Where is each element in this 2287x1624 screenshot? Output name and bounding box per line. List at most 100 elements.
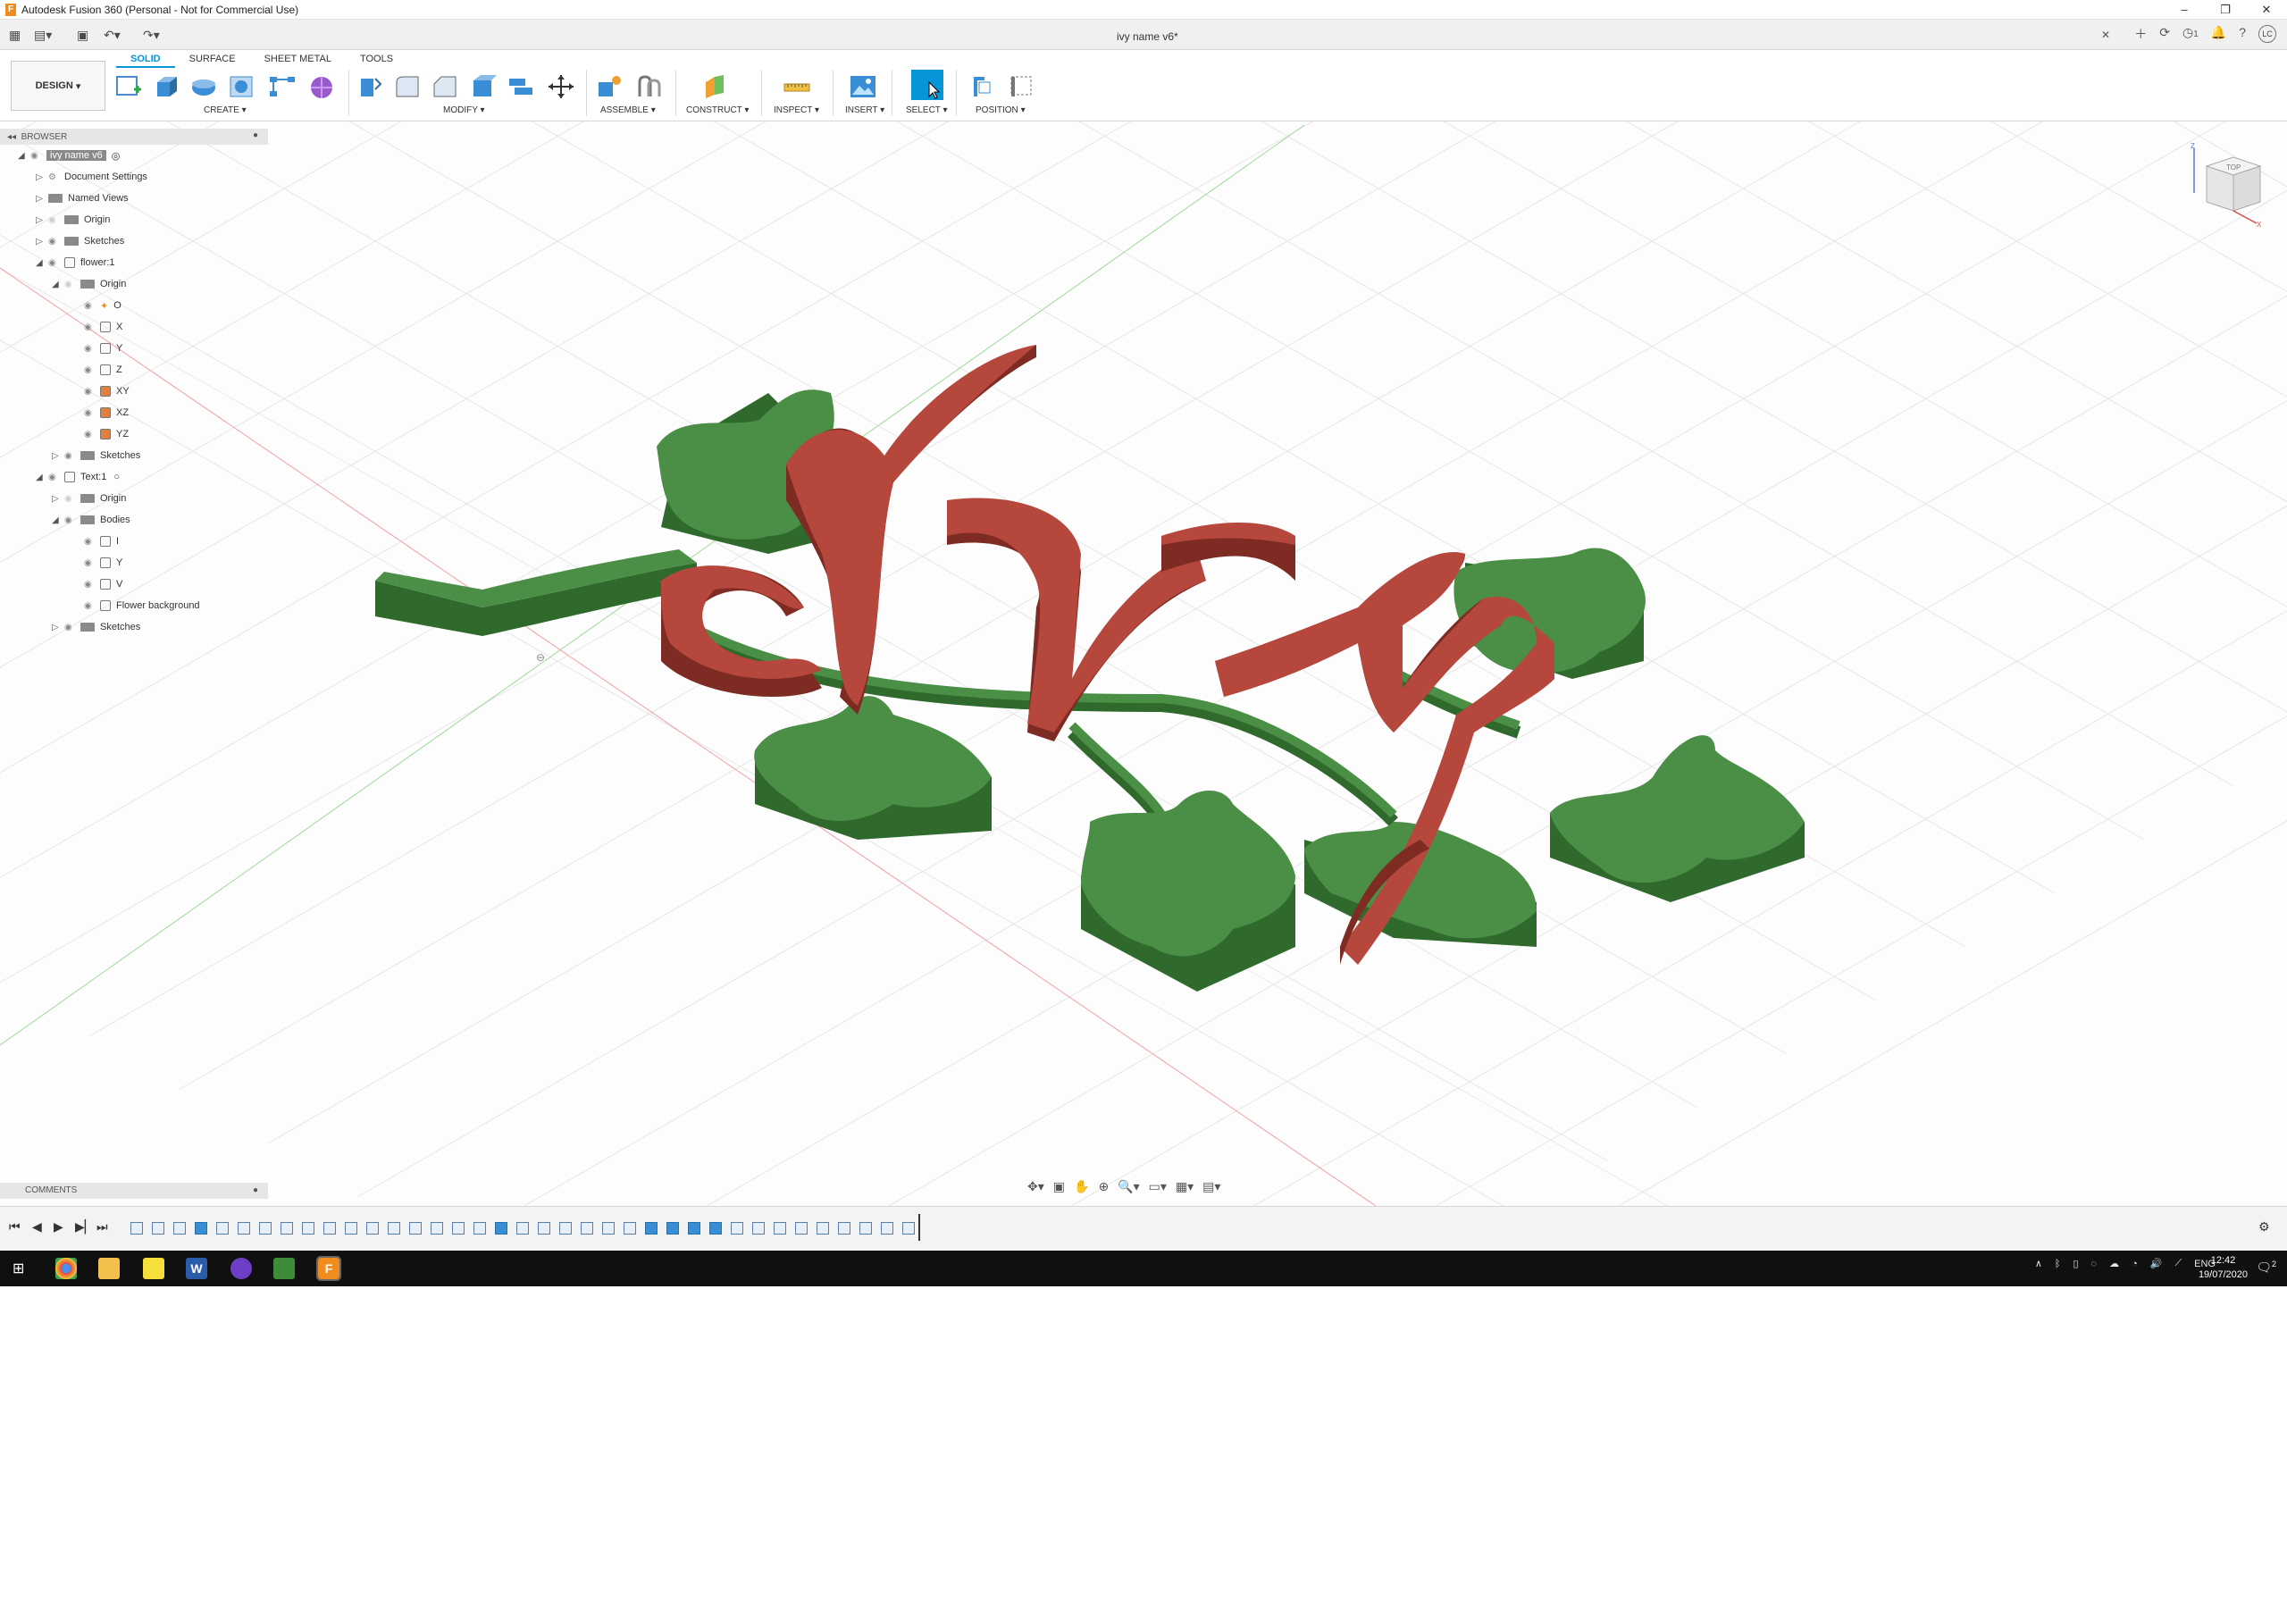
extrude-icon[interactable] — [152, 73, 180, 100]
viewports-icon[interactable]: ▤▾ — [1202, 1179, 1220, 1194]
tree-item-xy-plane[interactable]: ◉ XY — [84, 381, 130, 402]
assemble-group-label[interactable]: ASSEMBLE ▾ — [600, 105, 656, 115]
go-to-end-icon[interactable]: ⏭ — [96, 1219, 108, 1235]
orbit-icon[interactable]: ✥▾ — [1027, 1179, 1044, 1194]
tab-solid[interactable]: SOLID — [116, 52, 175, 68]
timeline-feature[interactable] — [752, 1222, 765, 1235]
press-pull-icon[interactable] — [356, 73, 384, 100]
taskbar-clock[interactable]: 12:42 19/07/2020 — [2199, 1253, 2248, 1282]
tree-item-body-v[interactable]: ◉ V — [84, 573, 122, 595]
tree-item-origin[interactable]: ▷ ◉ Origin — [36, 209, 110, 230]
measure-icon[interactable] — [783, 73, 811, 100]
timeline-feature[interactable] — [731, 1222, 743, 1235]
data-panel-icon[interactable]: ▦ — [9, 28, 21, 43]
expand-icon[interactable]: ▷ — [52, 451, 64, 461]
visibility-icon[interactable]: ◉ — [64, 623, 80, 632]
timeline-feature[interactable] — [516, 1222, 529, 1235]
chamfer-icon[interactable] — [431, 73, 459, 100]
tree-item-flower[interactable]: ◢ ◉ flower:1 — [36, 252, 115, 273]
visibility-icon[interactable]: ◉ — [64, 280, 80, 289]
timeline-feature[interactable] — [645, 1222, 658, 1235]
timeline-feature[interactable] — [709, 1222, 722, 1235]
usb-icon[interactable]: ▯ — [2073, 1258, 2078, 1269]
timeline-marker[interactable] — [918, 1214, 920, 1241]
tab-tools[interactable]: TOOLS — [346, 52, 407, 68]
revert-position-icon[interactable] — [1008, 73, 1036, 100]
visibility-icon[interactable]: ◉ — [84, 537, 100, 547]
timeline-feature[interactable] — [302, 1222, 314, 1235]
tree-item-bodies[interactable]: ◢ ◉ Bodies — [52, 509, 130, 531]
tree-item-y-axis[interactable]: ◉ Y — [84, 338, 122, 359]
tab-surface[interactable]: SURFACE — [175, 52, 250, 68]
tree-item-text-sketches[interactable]: ▷ ◉ Sketches — [52, 616, 140, 638]
browser-pin-icon[interactable]: ● — [253, 130, 258, 140]
timeline-feature[interactable] — [388, 1222, 400, 1235]
tree-item-flower-sketches[interactable]: ▷ ◉ Sketches — [52, 445, 140, 466]
timeline-feature[interactable] — [152, 1222, 164, 1235]
visibility-icon[interactable]: ◉ — [84, 387, 100, 397]
tree-item-xz-plane[interactable]: ◉ XZ — [84, 402, 129, 423]
extensions-icon[interactable]: ⟳ — [2159, 25, 2170, 43]
visibility-icon[interactable]: ◉ — [64, 515, 80, 525]
fusion-taskbar-icon[interactable]: F — [316, 1256, 341, 1281]
document-tab[interactable]: ivy name v6* ✕ — [1072, 25, 2110, 48]
file-explorer-icon[interactable] — [98, 1258, 120, 1279]
tree-root[interactable]: ◢ ◉ ivy name v6 ◎ — [18, 145, 120, 166]
tree-item-flower-origin[interactable]: ◢ ◉ Origin — [52, 273, 126, 295]
create-group-label[interactable]: CREATE ▾ — [204, 105, 247, 115]
hole-icon[interactable] — [227, 73, 256, 100]
visibility-icon[interactable]: ◉ — [48, 237, 64, 247]
joint-icon[interactable] — [634, 73, 663, 100]
minimize-button[interactable]: – — [2164, 0, 2205, 20]
select-tool-icon[interactable] — [911, 70, 943, 100]
comments-pin-icon[interactable]: ● — [253, 1183, 258, 1199]
inspect-group-label[interactable]: INSPECT ▾ — [774, 105, 819, 115]
timeline-feature[interactable] — [238, 1222, 250, 1235]
pattern-icon[interactable] — [268, 73, 297, 100]
timeline-feature[interactable] — [259, 1222, 272, 1235]
start-button-icon[interactable]: ⊞ — [13, 1260, 24, 1277]
activate-icon[interactable]: ◎ — [112, 150, 121, 162]
word-icon[interactable]: W — [186, 1258, 207, 1279]
visibility-icon[interactable]: ◉ — [48, 473, 64, 482]
notifications-icon[interactable]: 🔔 — [2211, 25, 2226, 43]
timeline-feature[interactable] — [409, 1222, 422, 1235]
visibility-icon[interactable]: ◉ — [84, 408, 100, 418]
expand-icon[interactable]: ▷ — [52, 623, 64, 632]
close-tab-icon[interactable]: ✕ — [2101, 29, 2110, 41]
tree-item-text[interactable]: ◢ ◉ Text:1 ○ — [36, 466, 120, 488]
revolve-icon[interactable] — [189, 73, 218, 100]
timeline-feature[interactable] — [538, 1222, 550, 1235]
grid-settings-icon[interactable]: ▦▾ — [1176, 1179, 1194, 1194]
zoom-icon[interactable]: ⊕ — [1098, 1179, 1109, 1194]
network-icon[interactable]: ⟋ — [2174, 1258, 2182, 1269]
timeline-feature[interactable] — [495, 1222, 507, 1235]
tree-item-document-settings[interactable]: ▷ ⚙ Document Settings — [36, 166, 147, 188]
redo-icon[interactable]: ↷▾ — [143, 28, 160, 43]
canvas-viewport[interactable]: ⊖ TOP Z X — [0, 0, 2287, 1286]
position-group-label[interactable]: POSITION ▾ — [976, 105, 1026, 115]
timeline-feature[interactable] — [838, 1222, 850, 1235]
timeline-feature[interactable] — [173, 1222, 186, 1235]
new-component-icon[interactable] — [595, 73, 624, 100]
chrome-icon[interactable] — [55, 1258, 77, 1279]
timeline-feature[interactable] — [323, 1222, 336, 1235]
onedrive-icon[interactable]: ☁ — [2109, 1258, 2119, 1269]
tree-item-body-y[interactable]: ◉ Y — [84, 552, 122, 573]
expand-icon[interactable]: ▷ — [36, 237, 48, 247]
timeline-feature[interactable] — [859, 1222, 872, 1235]
save-icon[interactable]: ▣ — [77, 28, 88, 43]
file-menu-icon[interactable]: ▤▾ — [34, 28, 52, 43]
visibility-icon[interactable]: ◉ — [64, 451, 80, 461]
workspace-switcher[interactable]: DESIGN ▾ — [11, 61, 105, 111]
visibility-icon[interactable]: ◉ — [84, 322, 100, 332]
model-canvas[interactable]: ⊖ — [0, 0, 2287, 1286]
insert-group-label[interactable]: INSERT ▾ — [845, 105, 884, 115]
timeline-feature[interactable] — [581, 1222, 593, 1235]
comments-panel[interactable]: COMMENTS ● — [0, 1183, 268, 1199]
close-window-button[interactable]: ✕ — [2246, 0, 2287, 20]
create-sketch-icon[interactable] — [114, 73, 143, 100]
move-copy-icon[interactable] — [547, 73, 575, 100]
modify-group-label[interactable]: MODIFY ▾ — [443, 105, 485, 115]
tree-item-x-axis[interactable]: ◉ X — [84, 316, 122, 338]
